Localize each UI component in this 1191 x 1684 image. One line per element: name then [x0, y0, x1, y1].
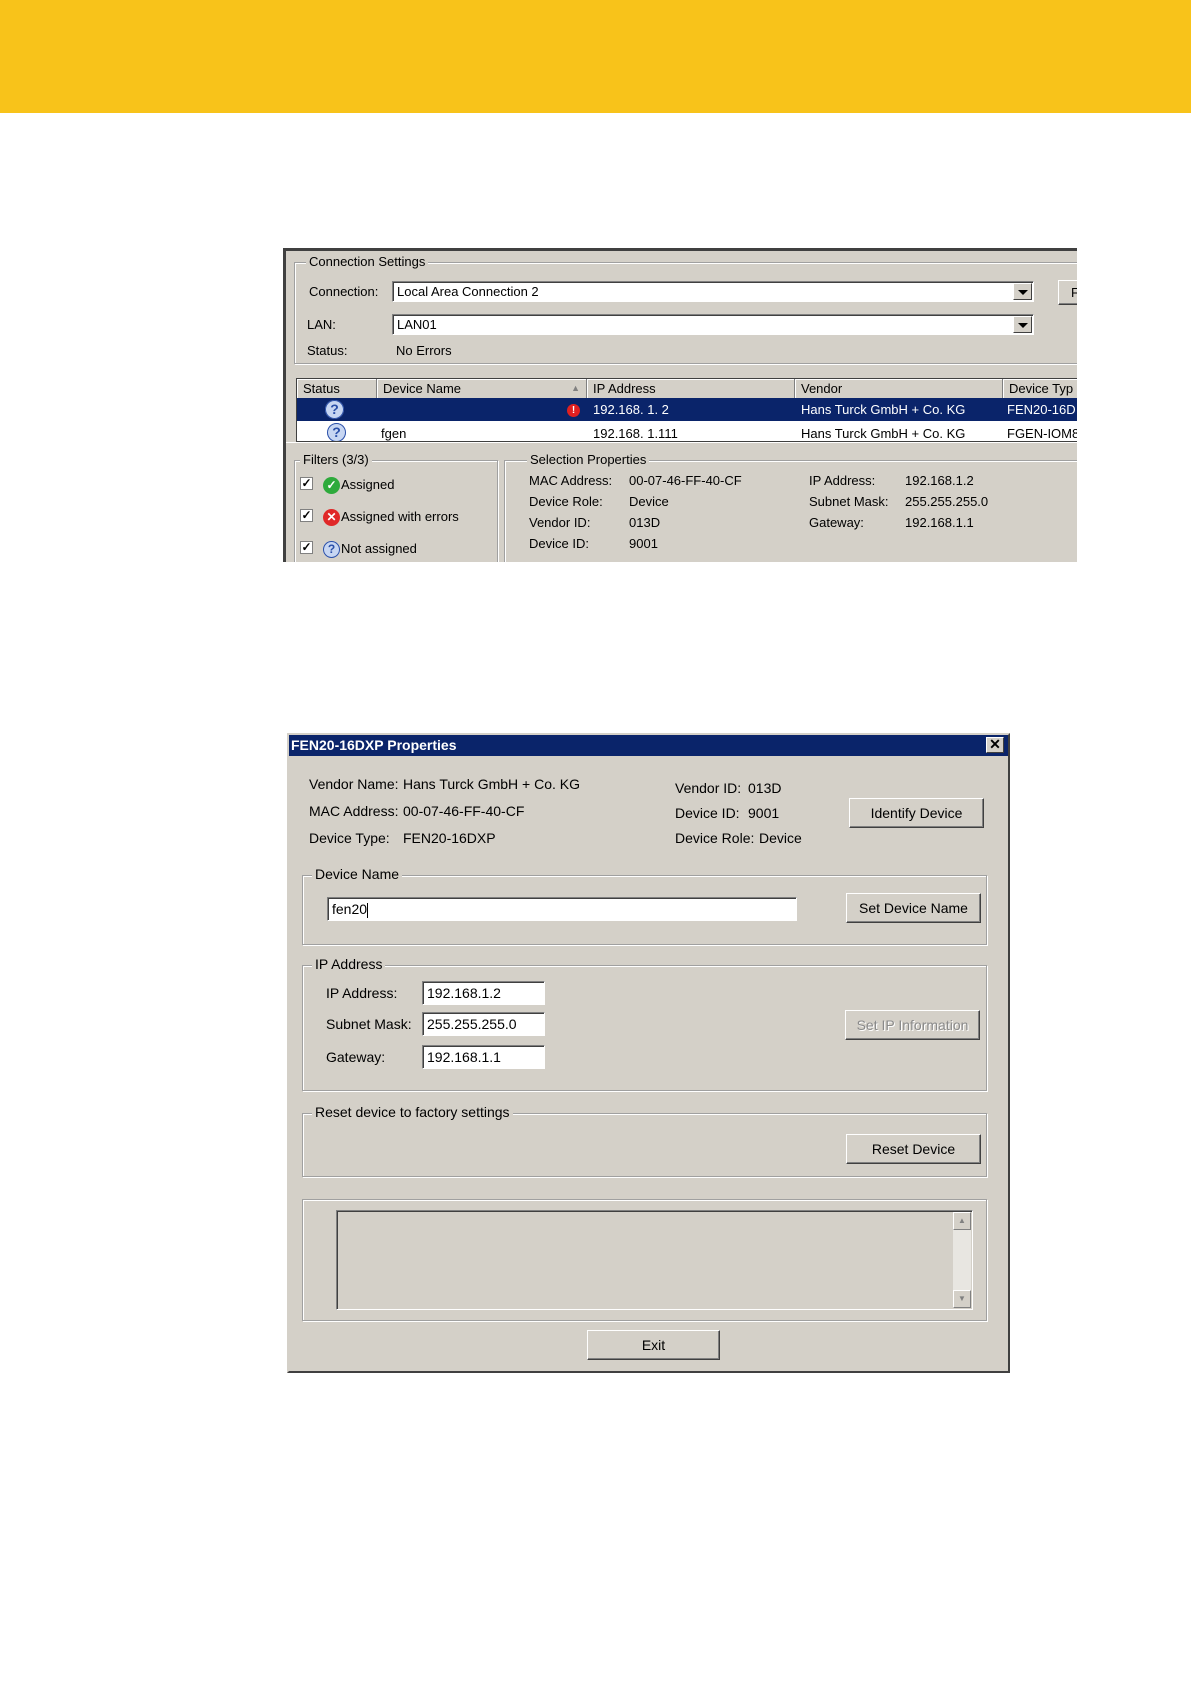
not-assigned-icon: ?: [327, 423, 346, 441]
check-icon: ✓: [323, 477, 340, 494]
subnet-mask-input[interactable]: 255.255.255.0: [422, 1012, 545, 1036]
sel-subnet-value: 255.255.255.0: [905, 494, 989, 509]
sel-ip-value: 192.168.1.2: [905, 473, 974, 488]
filter-not-assigned-label: Not assigned: [341, 541, 417, 556]
device-name-group-title: Device Name: [312, 866, 403, 882]
mac-value: 00-07-46-FF-40-CF: [403, 803, 525, 819]
device-id-value: 9001: [748, 805, 780, 821]
log-scrollbar[interactable]: ▲ ▼: [953, 1212, 971, 1308]
connection-select-value: Local Area Connection 2: [397, 284, 539, 299]
sel-mac-value: 00-07-46-FF-40-CF: [629, 473, 742, 488]
table-row[interactable]: ? fgen 192.168. 1.111 Hans Turck GmbH + …: [297, 421, 1077, 441]
sel-role-value: Device: [629, 494, 669, 509]
device-type-label: Device Type:: [309, 830, 390, 846]
error-icon: !: [567, 404, 580, 417]
filter-assigned-errors-checkbox[interactable]: ✓: [300, 509, 313, 522]
status-label: Status:: [307, 343, 348, 358]
gateway-label: Gateway:: [326, 1049, 386, 1065]
set-device-name-button[interactable]: Set Device Name: [846, 893, 981, 923]
lan-label: LAN:: [307, 317, 336, 332]
lan-select-value: LAN01: [397, 317, 437, 332]
table-row[interactable]: ? ! 192.168. 1. 2 Hans Turck GmbH + Co. …: [297, 398, 1077, 421]
vendor-id-value: 013D: [748, 780, 782, 796]
ip-address-input[interactable]: 192.168.1.2: [422, 981, 545, 1005]
sel-ip-label: IP Address:: [809, 473, 876, 488]
scroll-up-icon[interactable]: ▲: [953, 1212, 971, 1230]
identify-device-button[interactable]: Identify Device: [849, 798, 984, 828]
close-icon[interactable]: ✕: [986, 737, 1004, 753]
col-header-status[interactable]: Status: [297, 379, 377, 398]
row-ip-address: 192.168. 1.111: [593, 426, 678, 441]
not-assigned-icon: ?: [325, 400, 344, 419]
properties-dialog: FEN20-16DXP Properties ✕ Vendor Name: Ha…: [287, 733, 1010, 1373]
device-name-input[interactable]: fen20: [327, 897, 797, 921]
sel-subnet-label: Subnet Mask:: [809, 494, 889, 509]
col-header-device-type[interactable]: Device Typ: [1003, 379, 1077, 398]
device-id-label: Device ID:: [675, 805, 740, 821]
header-band: [0, 0, 1191, 113]
reset-device-button[interactable]: Reset Device: [846, 1134, 981, 1164]
subnet-label: Subnet Mask:: [326, 1016, 412, 1032]
sort-ascending-icon: ▲: [571, 383, 580, 393]
sel-vendor-id-value: 013D: [629, 515, 661, 530]
col-header-ip-address[interactable]: IP Address: [587, 379, 795, 398]
device-table: Status Device Name ▲ IP Address Vendor D…: [296, 378, 1077, 442]
sel-device-id-label: Device ID:: [529, 536, 589, 551]
reset-group-title: Reset device to factory settings: [312, 1104, 513, 1120]
dialog-title: FEN20-16DXP Properties: [291, 737, 457, 753]
col-header-vendor[interactable]: Vendor: [795, 379, 1003, 398]
filter-not-assigned-checkbox[interactable]: ✓: [300, 541, 313, 554]
connection-label: Connection:: [309, 284, 379, 299]
row-device-name: fgen: [381, 426, 407, 441]
connection-window: Connection Settings Connection: Local Ar…: [283, 248, 1077, 562]
device-type-value: FEN20-16DXP: [403, 830, 496, 846]
lan-dropdown-button[interactable]: [1013, 316, 1032, 333]
set-ip-information-button[interactable]: Set IP Information: [845, 1010, 980, 1040]
selection-properties-title: Selection Properties: [527, 452, 650, 467]
connection-side-button-label: F: [1071, 285, 1077, 300]
status-value: No Errors: [396, 343, 452, 358]
filter-assigned-label: Assigned: [341, 477, 395, 492]
filter-assigned-checkbox[interactable]: ✓: [300, 477, 313, 490]
connection-dropdown-button[interactable]: [1013, 283, 1032, 300]
ip-label: IP Address:: [326, 985, 398, 1001]
vendor-name-label: Vendor Name:: [309, 776, 399, 792]
lan-select[interactable]: LAN01: [392, 314, 1034, 335]
connection-settings-title: Connection Settings: [306, 254, 429, 269]
filters-title: Filters (3/3): [300, 452, 372, 467]
row-ip-address: 192.168. 1. 2: [593, 402, 669, 417]
exit-button[interactable]: Exit: [587, 1330, 720, 1360]
question-icon: ?: [323, 541, 340, 558]
sel-mac-label: MAC Address:: [529, 473, 613, 488]
vendor-name-value: Hans Turck GmbH + Co. KG: [403, 776, 580, 792]
ip-address-group-title: IP Address: [312, 956, 386, 972]
connection-side-button[interactable]: F: [1058, 280, 1077, 305]
text-cursor: [367, 902, 369, 918]
log-textarea[interactable]: [336, 1210, 973, 1310]
row-vendor: Hans Turck GmbH + Co. KG: [801, 426, 966, 441]
vendor-id-label: Vendor ID:: [675, 780, 742, 796]
sel-gateway-label: Gateway:: [809, 515, 864, 530]
row-vendor: Hans Turck GmbH + Co. KG: [801, 402, 966, 417]
error-x-icon: ✕: [323, 509, 340, 526]
scroll-down-icon[interactable]: ▼: [953, 1290, 971, 1308]
col-header-device-name[interactable]: Device Name ▲: [377, 379, 587, 398]
sel-device-id-value: 9001: [629, 536, 658, 551]
row-device-type: FGEN-IOM8: [1007, 426, 1077, 441]
sel-gateway-value: 192.168.1.1: [905, 515, 974, 530]
sel-role-label: Device Role:: [529, 494, 603, 509]
connection-select[interactable]: Local Area Connection 2: [392, 281, 1034, 302]
mac-label: MAC Address:: [309, 803, 399, 819]
filter-assigned-errors-label: Assigned with errors: [341, 509, 459, 524]
gateway-input[interactable]: 192.168.1.1: [422, 1045, 545, 1069]
device-role-value: Device: [759, 830, 802, 846]
device-role-label: Device Role:: [675, 830, 755, 846]
dialog-title-bar: FEN20-16DXP Properties ✕: [289, 735, 1008, 756]
sel-vendor-id-label: Vendor ID:: [529, 515, 591, 530]
row-device-type: FEN20-16D: [1007, 402, 1076, 417]
